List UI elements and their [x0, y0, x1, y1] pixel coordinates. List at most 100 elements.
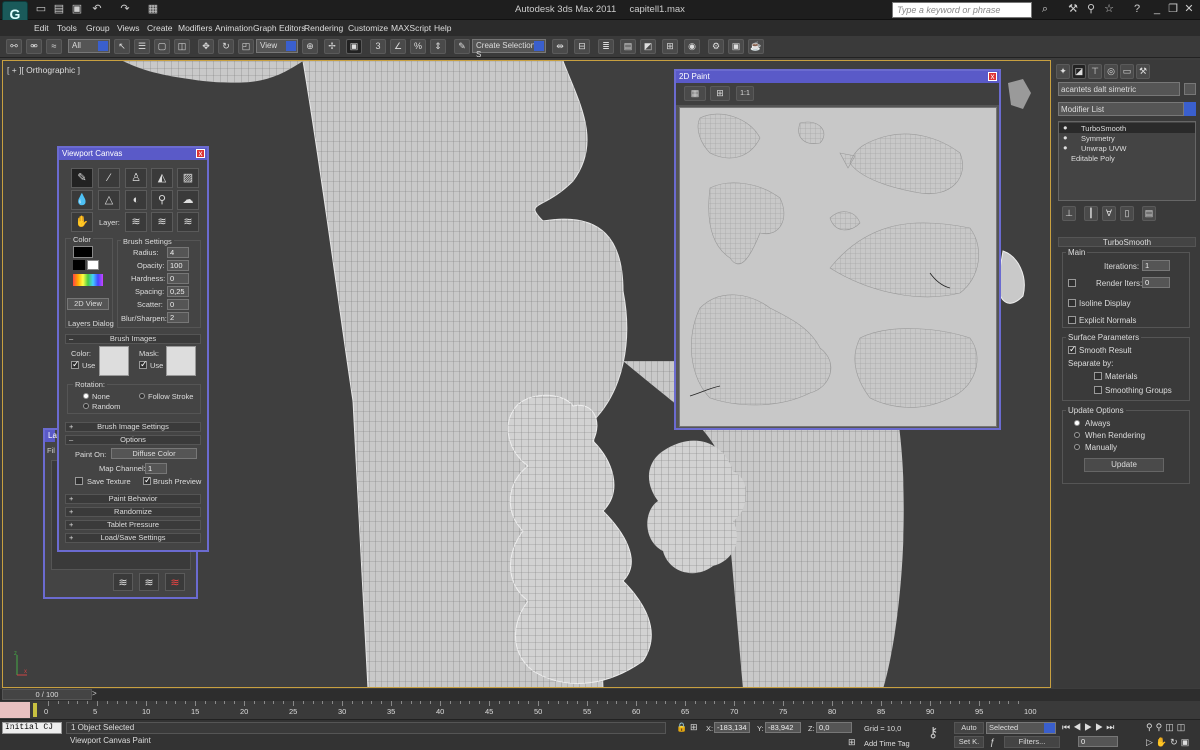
rotate-icon[interactable]: ↻ — [218, 39, 234, 54]
grid-toggle-icon[interactable]: ▦ — [684, 86, 706, 101]
viewport-label[interactable]: [ + ][ Orthographic ] — [7, 65, 80, 75]
edit-named-selection-icon[interactable]: ✎ — [454, 39, 470, 54]
angle-snap-icon[interactable]: ∠ — [390, 39, 406, 54]
zoom-all-icon[interactable]: ⚲ — [1156, 722, 1166, 732]
render-iters-checkbox[interactable] — [1068, 279, 1076, 287]
subscription-icon[interactable]: ⚲ — [1084, 3, 1098, 16]
viewport-canvas-close-icon[interactable]: x — [196, 149, 205, 158]
rotation-none-radio[interactable] — [83, 393, 89, 399]
explicit-normals-checkbox[interactable] — [1068, 316, 1076, 324]
mask-brush-image[interactable] — [166, 346, 196, 376]
background-color-small[interactable] — [73, 260, 85, 270]
key-filter-arrow-icon[interactable] — [1044, 723, 1055, 733]
tablet-pressure-rollout[interactable]: + Tablet Pressure — [65, 520, 201, 530]
key-filter-icon[interactable]: ƒ — [990, 737, 995, 747]
tools-icon[interactable]: ⚒ — [1066, 3, 1080, 16]
blur-icon[interactable]: 💧 — [71, 190, 93, 210]
set-key-icon[interactable]: ⚷ — [928, 724, 938, 741]
layers-tab[interactable]: Fil — [47, 446, 55, 455]
close-icon[interactable]: ✕ — [1182, 3, 1196, 16]
menu-modifiers[interactable]: Modifiers — [178, 23, 212, 33]
background-color-swatch[interactable] — [87, 260, 99, 270]
selection-filter-dropdown[interactable]: All — [68, 39, 110, 53]
align-icon[interactable]: ⊟ — [574, 39, 590, 54]
remove-modifier-icon[interactable]: ▯ — [1120, 206, 1134, 221]
layer-manager-icon[interactable]: ≣ — [598, 39, 614, 54]
select-object-icon[interactable]: ↖ — [114, 39, 130, 54]
opacity-spinner[interactable]: 100 — [167, 260, 189, 271]
eraser-icon[interactable]: ⁄ — [98, 168, 120, 188]
next-frame-icon[interactable]: ▶ — [1095, 722, 1106, 732]
rendered-frame-icon[interactable]: ▣ — [728, 39, 744, 54]
menu-edit[interactable]: Edit — [34, 23, 49, 33]
percent-snap-icon[interactable]: % — [410, 39, 426, 54]
color-brush-image[interactable] — [99, 346, 129, 376]
playback-controls[interactable]: ⏮◀▶▶⏭ — [1062, 722, 1117, 733]
filters-button[interactable]: Filters... — [1004, 736, 1060, 748]
create-tab-icon[interactable]: ✦ — [1056, 64, 1070, 79]
fill-bucket-icon[interactable]: ◭ — [151, 168, 173, 188]
pivot-center-icon[interactable]: ⊕ — [302, 39, 318, 54]
help-icon[interactable]: ? — [1130, 3, 1144, 16]
fit-view-icon[interactable]: ⊞ — [710, 86, 730, 101]
search-input[interactable]: Type a keyword or phrase — [892, 2, 1032, 18]
field-of-view-icon[interactable]: ▷ — [1146, 737, 1156, 747]
uv-texture-canvas[interactable] — [679, 107, 997, 427]
curve-editor-icon[interactable]: ◩ — [640, 39, 656, 54]
go-to-end-icon[interactable]: ⏭ — [1106, 722, 1117, 732]
foreground-color-swatch[interactable] — [73, 246, 93, 258]
layer-add-icon[interactable]: ≋ — [125, 212, 147, 232]
unlink-icon[interactable]: ⚮ — [26, 39, 42, 54]
load-save-rollout[interactable]: + Load/Save Settings — [65, 533, 201, 543]
pan-icon[interactable]: ✋ — [1156, 737, 1170, 747]
menu-create[interactable]: Create — [147, 23, 173, 33]
track-bar[interactable]: 0 5 10 15 20 25 30 35 40 45 50 55 60 65 70 75 80 85 90 95 10… — [0, 701, 1200, 720]
move-icon[interactable]: ✥ — [198, 39, 214, 54]
zoom-icon[interactable]: ⚲ — [1146, 722, 1156, 732]
render-iters-spinner[interactable]: 0 — [1142, 277, 1170, 288]
menu-maxscript[interactable]: MAXScript — [391, 23, 431, 33]
object-color-swatch[interactable] — [1184, 83, 1196, 95]
auto-key-button[interactable]: Auto — [954, 722, 984, 734]
randomize-rollout[interactable]: + Randomize — [65, 507, 201, 517]
viewport-nav-controls-2[interactable]: ▷✋↻▣ — [1146, 737, 1192, 748]
menu-rendering[interactable]: Rendering — [304, 23, 343, 33]
go-to-start-icon[interactable]: ⏮ — [1062, 722, 1073, 732]
menu-graph-editors[interactable]: Graph Editors — [253, 23, 305, 33]
menu-help[interactable]: Help — [434, 23, 451, 33]
update-button[interactable]: Update — [1084, 458, 1164, 472]
graphite-ribbon-icon[interactable]: ▤ — [620, 39, 636, 54]
set-key-button[interactable]: Set K. — [954, 736, 984, 748]
mini-curve-editor[interactable] — [0, 702, 30, 718]
sharpen-icon[interactable]: △ — [98, 190, 120, 210]
brush-mask-use-checkbox[interactable] — [139, 359, 148, 370]
z-coordinate-field[interactable]: 0,0 — [816, 722, 852, 733]
absolute-mode-icon[interactable]: ⊞ — [690, 722, 698, 733]
region-select-icon[interactable]: ▢ — [154, 39, 170, 54]
x-coordinate-field[interactable]: -183,134 — [714, 722, 750, 733]
next-frame-icon[interactable]: > — [92, 689, 102, 700]
scale-icon[interactable]: ◰ — [238, 39, 254, 54]
brush-color-use-checkbox[interactable] — [71, 359, 80, 370]
favorites-star-icon[interactable]: ☆ — [1102, 3, 1116, 16]
paint-behavior-rollout[interactable]: + Paint Behavior — [65, 494, 201, 504]
y-coordinate-field[interactable]: -83,942 — [765, 722, 801, 733]
maximize-viewport-icon[interactable]: ▣ — [1181, 737, 1193, 747]
make-unique-icon[interactable]: ∀ — [1102, 206, 1116, 221]
pin-stack-icon[interactable]: ⊥ — [1062, 206, 1076, 221]
materials-checkbox[interactable] — [1094, 372, 1102, 380]
smudge-icon[interactable]: ☁ — [177, 190, 199, 210]
layers-dialog-link[interactable]: Layers Dialog — [68, 319, 114, 328]
material-editor-icon[interactable]: ◉ — [684, 39, 700, 54]
time-slider-thumb[interactable]: 0 / 100 — [2, 689, 92, 700]
view-2d-button[interactable]: 2D View — [67, 298, 109, 310]
menu-customize[interactable]: Customize — [348, 23, 388, 33]
modifier-list-dropdown[interactable]: Modifier List — [1058, 102, 1184, 116]
zoom-extents-all-icon[interactable]: ◫ — [1177, 722, 1189, 732]
modify-tab-icon[interactable]: ◪ — [1072, 64, 1086, 79]
select-by-name-icon[interactable]: ☰ — [134, 39, 150, 54]
rotation-random-radio[interactable] — [83, 403, 89, 409]
play-icon[interactable]: ▶ — [1084, 722, 1095, 732]
brush-images-rollout[interactable]: – Brush Images — [65, 334, 201, 344]
schematic-view-icon[interactable]: ⊞ — [662, 39, 678, 54]
